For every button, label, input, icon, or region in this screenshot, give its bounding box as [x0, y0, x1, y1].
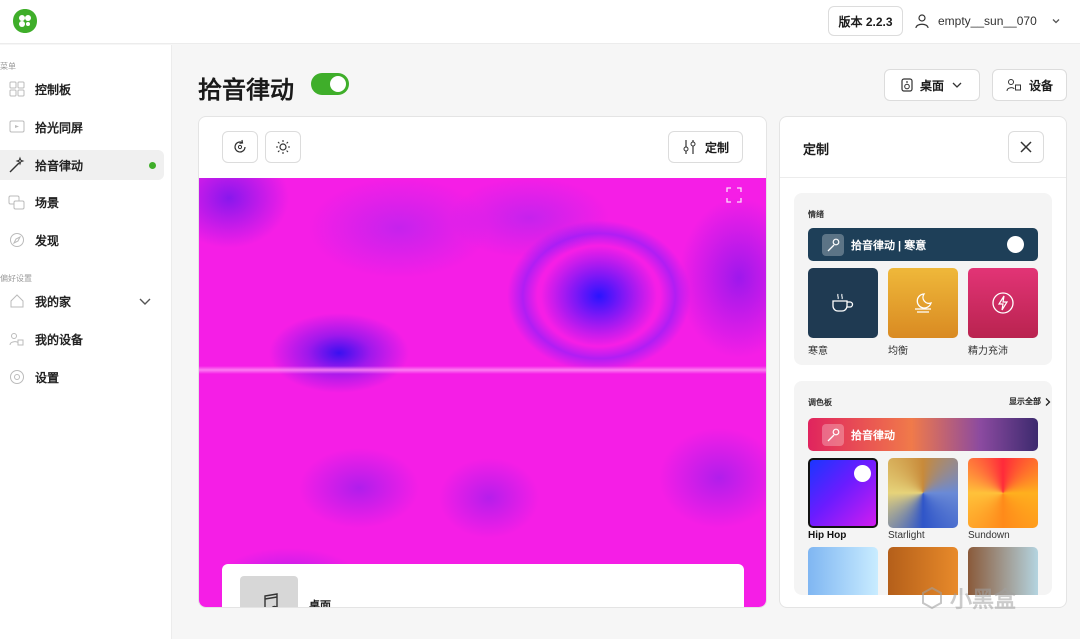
- sidebar-item-label: 控制板: [35, 82, 72, 97]
- close-icon: [1019, 140, 1033, 154]
- mood-section: 情绪 拾音律动 | 寒意 寒意 均衡 精力充沛: [794, 193, 1052, 365]
- music-sync-panel: 定制 桌面: [198, 116, 767, 608]
- app-logo-icon: [12, 8, 38, 34]
- microphone-icon: [822, 423, 844, 446]
- customize-panel: 定制 情绪 拾音律动 | 寒意 寒意 均衡 精力充沛 调色板 显示全部 拾音律动…: [779, 116, 1067, 608]
- brightness-button[interactable]: [265, 131, 301, 163]
- chevron-down-icon: [1051, 16, 1061, 26]
- sidebar-item-my-devices[interactable]: 我的设备: [0, 324, 164, 354]
- panel-divider: [780, 177, 1066, 178]
- moon-icon: [911, 291, 935, 315]
- speaker-label: 桌面: [919, 78, 944, 93]
- palette-label: Starlight: [888, 530, 925, 541]
- palette-tile[interactable]: [808, 547, 878, 595]
- mood-banner: 拾音律动 | 寒意: [808, 228, 1038, 261]
- microphone-icon: [822, 233, 844, 256]
- sidebar-item-label: 设置: [35, 370, 60, 385]
- mood-label: 均衡: [888, 346, 908, 357]
- watermark: 小黑盒: [920, 582, 1016, 614]
- sidebar-item-label: 我的家: [35, 294, 72, 309]
- mood-label: 精力充沛: [968, 346, 1008, 357]
- palette-banner-label: 拾音律动: [851, 429, 895, 442]
- palette-tile-starlight[interactable]: [888, 458, 958, 528]
- sidebar-item-label: 拾光同屏: [35, 120, 84, 135]
- close-button[interactable]: [1008, 131, 1044, 163]
- show-all-label: 显示全部: [1009, 397, 1041, 406]
- chevron-down-icon: [951, 80, 963, 90]
- mood-tile-energetic[interactable]: [968, 268, 1038, 338]
- devices-button[interactable]: 设备: [992, 69, 1067, 101]
- palette-section: 调色板 显示全部 拾音律动 Hip Hop Starlight Sundown: [794, 381, 1052, 595]
- sidebar-item-label: 发现: [35, 233, 60, 248]
- brightness-icon: [275, 139, 291, 155]
- sidebar: 菜单 控制板 拾光同屏 拾音律动 场景 发现 偏好设置 我的家 我的设备 设置: [0, 45, 172, 639]
- screen-sync-icon: [8, 118, 26, 136]
- sidebar-item-scenes[interactable]: 场景: [0, 187, 164, 217]
- chevron-right-icon: [1043, 397, 1052, 407]
- mood-tile-balanced[interactable]: [888, 268, 958, 338]
- audio-source-card[interactable]: 桌面: [222, 564, 744, 608]
- palette-label: Hip Hop: [808, 530, 847, 541]
- devices-label: 设备: [1028, 78, 1053, 93]
- sidebar-item-dashboard[interactable]: 控制板: [0, 74, 164, 104]
- show-all-link[interactable]: 显示全部: [1009, 396, 1052, 407]
- sidebar-item-label: 场景: [35, 195, 60, 210]
- speaker-icon: [901, 78, 913, 92]
- gear-icon: [8, 368, 26, 386]
- dashboard-icon: [8, 80, 26, 98]
- sidebar-item-label: 拾音律动: [35, 158, 84, 173]
- audio-level-icon: [854, 465, 871, 482]
- audio-level-icon: [1007, 236, 1024, 253]
- sidebar-item-screen-sync[interactable]: 拾光同屏: [0, 112, 164, 142]
- sidebar-item-my-home[interactable]: 我的家: [0, 286, 164, 316]
- customize-label: 定制: [704, 140, 729, 155]
- mood-section-label: 情绪: [808, 210, 824, 219]
- user-menu[interactable]: empty__sun__070: [914, 6, 1061, 36]
- watermark-text: 小黑盒: [950, 587, 1017, 612]
- visualizer-strip: [199, 366, 766, 374]
- bolt-icon: [991, 291, 1015, 315]
- sidebar-item-label: 我的设备: [35, 332, 84, 347]
- rotate-icon: [232, 139, 248, 155]
- sliders-icon: [682, 139, 698, 155]
- username: empty__sun__070: [938, 14, 1037, 28]
- scene-icon: [8, 193, 26, 211]
- version-label: 版本 2.2.3: [838, 14, 893, 29]
- sidebar-item-music-sync[interactable]: 拾音律动: [0, 150, 164, 180]
- active-dot: [149, 162, 156, 169]
- sidebar-item-settings[interactable]: 设置: [0, 362, 164, 392]
- watermark-logo-icon: [920, 586, 944, 610]
- palette-label: Sundown: [968, 530, 1010, 541]
- customize-button[interactable]: 定制: [668, 131, 743, 163]
- cup-icon: [830, 291, 856, 315]
- home-icon: [8, 292, 26, 310]
- sidebar-item-discover[interactable]: 发现: [0, 225, 164, 255]
- user-icon: [914, 13, 930, 29]
- light-visualizer: 桌面: [199, 178, 766, 608]
- top-bar: 版本 2.2.3 empty__sun__070: [0, 0, 1080, 44]
- discover-icon: [8, 231, 26, 249]
- page-title: 拾音律动: [198, 77, 294, 104]
- music-note-icon: [240, 576, 298, 607]
- prefs-section-label: 偏好设置: [0, 274, 32, 283]
- palette-tile-sundown[interactable]: [968, 458, 1038, 528]
- fullscreen-icon[interactable]: [726, 187, 742, 203]
- speaker-select-button[interactable]: 桌面: [884, 69, 980, 101]
- version-button[interactable]: 版本 2.2.3: [828, 6, 903, 36]
- palette-section-label: 调色板: [808, 398, 832, 407]
- devices-icon: [1006, 77, 1022, 93]
- mood-banner-label: 拾音律动 | 寒意: [851, 239, 927, 252]
- mood-label: 寒意: [808, 346, 828, 357]
- chevron-down-icon: [138, 294, 152, 308]
- mood-tile-chill[interactable]: [808, 268, 878, 338]
- customize-panel-title: 定制: [803, 142, 830, 157]
- devices-icon: [8, 330, 26, 348]
- menu-section-label: 菜单: [0, 62, 16, 71]
- wand-icon: [8, 156, 26, 174]
- palette-tile-hip-hop[interactable]: [808, 458, 878, 528]
- audio-source-label: 桌面: [309, 600, 331, 608]
- music-sync-toggle[interactable]: [311, 73, 349, 95]
- palette-banner: 拾音律动: [808, 418, 1038, 451]
- rotate-button[interactable]: [222, 131, 258, 163]
